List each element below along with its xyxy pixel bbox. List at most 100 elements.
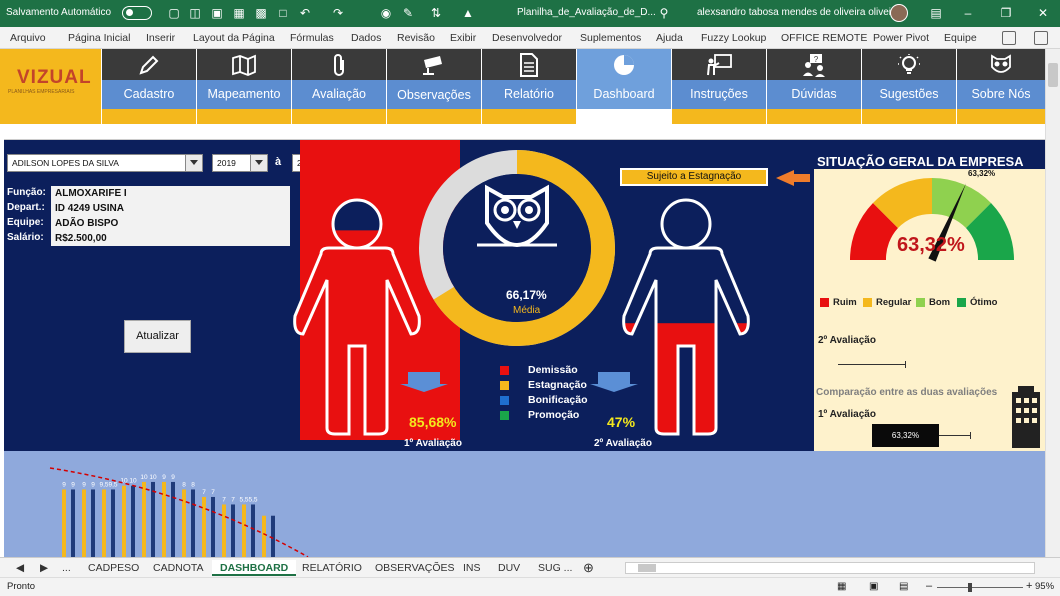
zoom-slider-thumb[interactable] [968, 583, 972, 592]
chart-bar [62, 489, 66, 557]
nav-tab-sugestoes[interactable]: Sugestões [862, 49, 957, 124]
employee-info: Função: ALMOXARIFE I Depart.: ID 4249 US… [4, 184, 290, 246]
nav-tab-relatorio[interactable]: Relatório [482, 49, 577, 124]
autosave-toggle[interactable] [122, 6, 152, 20]
menu-fuzzy-lookup[interactable]: Fuzzy Lookup [701, 32, 766, 44]
page-layout-icon[interactable]: ▣ [869, 581, 878, 592]
sheet-tab-cadpeso[interactable]: CADPESO [88, 560, 139, 576]
year-from-select[interactable]: 2019 [212, 154, 268, 172]
print-icon[interactable]: ▩ [253, 5, 269, 21]
chart-data-label: 7 [211, 489, 215, 496]
zoom-out-icon[interactable]: – [926, 580, 932, 592]
chart-bar [102, 489, 106, 557]
nav-tab-cadastro[interactable]: Cadastro [102, 49, 197, 124]
chart-bar [151, 481, 155, 557]
menu-formulas[interactable]: Fórmulas [290, 32, 334, 44]
chevron-down-icon[interactable] [185, 155, 202, 171]
fill-color-icon[interactable]: ▲ [460, 5, 476, 21]
update-button[interactable]: Atualizar [124, 320, 191, 353]
sheet-tab-ins[interactable]: INS [463, 560, 481, 576]
nav-tab-duvidas[interactable]: ? Dúvidas [767, 49, 862, 124]
menu-equipe[interactable]: Equipe [944, 32, 977, 44]
new-file-icon[interactable]: ▢ [166, 5, 182, 21]
menu-revisao[interactable]: Revisão [397, 32, 435, 44]
sheet-tab-cadnota[interactable]: CADNOTA [153, 560, 204, 576]
redo-icon[interactable]: ↷ [330, 5, 346, 21]
camera-icon[interactable]: ◉ [378, 5, 394, 21]
sheet-tab-dashboard[interactable]: DASHBOARD [212, 560, 297, 576]
share-icon[interactable] [1002, 31, 1016, 45]
sheet-prev-icon[interactable]: ◀ [16, 560, 24, 576]
gauge-value: 63,32% [897, 234, 965, 256]
menu-desenvolvedor[interactable]: Desenvolvedor [492, 32, 562, 44]
chart-data-label: 9 [82, 481, 86, 488]
employee-select[interactable]: ADILSON LOPES DA SILVA [7, 154, 203, 172]
company-status-title: SITUAÇÃO GERAL DA EMPRESA [817, 154, 1024, 169]
close-icon[interactable]: ✕ [1035, 5, 1051, 21]
vertical-scrollbar[interactable] [1045, 49, 1060, 557]
form-icon[interactable]: ✎ [400, 5, 416, 21]
sheet-next-icon[interactable]: ▶ [40, 560, 48, 576]
sort-icon[interactable]: ⇅ [428, 5, 444, 21]
preview-icon[interactable]: □ [275, 5, 291, 21]
zoom-in-icon[interactable]: + [1026, 580, 1032, 592]
sheet-tab-relatorio[interactable]: RELATÓRIO [302, 560, 362, 576]
map-icon [232, 54, 256, 76]
menu-inserir[interactable]: Inserir [146, 32, 175, 44]
menu-office-remote[interactable]: OFFICE REMOTE [781, 32, 867, 44]
save-icon[interactable]: ▣ [209, 5, 225, 21]
eval1-caption: 1º Avaliação [404, 438, 462, 449]
horizontal-scrollbar[interactable] [625, 562, 1035, 574]
ribbon-menu-bar: Arquivo Página Inicial Inserir Layout da… [0, 27, 1060, 49]
menu-exibir[interactable]: Exibir [450, 32, 476, 44]
chart-data-label: 9 [91, 481, 95, 488]
menu-layout[interactable]: Layout da Página [193, 32, 275, 44]
page-break-icon[interactable]: ▤ [899, 581, 908, 592]
chevron-down-icon[interactable] [250, 155, 267, 171]
menu-ajuda[interactable]: Ajuda [656, 32, 683, 44]
chart-bar [222, 504, 226, 557]
eval2-value: 47% [607, 414, 636, 430]
avatar[interactable] [890, 4, 908, 22]
scrollbar-thumb[interactable] [1048, 63, 1058, 87]
nav-tab-dashboard[interactable]: Dashboard [577, 49, 672, 124]
comments-icon[interactable] [1034, 31, 1048, 45]
paperclip-icon [334, 53, 344, 76]
menu-dados[interactable]: Dados [351, 32, 381, 44]
nav-tab-sobre-nos[interactable]: Sobre Nós [957, 49, 1045, 124]
menu-pagina-inicial[interactable]: Página Inicial [68, 32, 130, 44]
normal-view-icon[interactable]: ▦ [837, 581, 846, 592]
chart-bar [91, 489, 95, 557]
nav-tab-mapeamento[interactable]: Mapeamento [197, 49, 292, 124]
chart-icon[interactable]: ▦ [231, 5, 247, 21]
minimize-icon[interactable]: – [960, 5, 976, 21]
open-folder-icon[interactable]: ◫ [187, 5, 203, 21]
nav-tab-instrucoes[interactable]: Instruções [672, 49, 767, 124]
add-sheet-icon[interactable]: ⊕ [583, 560, 594, 576]
donut-caption: Média [513, 305, 541, 316]
zoom-slider[interactable] [937, 587, 1023, 588]
menu-suplementos[interactable]: Suplementos [580, 32, 641, 44]
building-icon [1012, 386, 1040, 448]
nav-tab-avaliacao[interactable]: Avaliação [292, 49, 387, 124]
sheet-tab-more[interactable]: ... [62, 560, 71, 576]
restore-icon[interactable]: ❐ [998, 5, 1014, 21]
sheet-tab-duv[interactable]: DUV [498, 560, 520, 576]
menu-arquivo[interactable]: Arquivo [10, 32, 46, 44]
chart-bar [262, 515, 266, 557]
nav-tab-label: Cadastro [102, 80, 196, 109]
user-name[interactable]: alexsandro tabosa mendes de oliveira oli… [697, 7, 900, 18]
nav-tab-observacoes[interactable]: Observações [387, 49, 482, 124]
ribbon-display-icon[interactable]: ▤ [928, 5, 944, 21]
undo-icon[interactable]: ↶ [297, 5, 313, 21]
sheet-tab-observacoes[interactable]: OBSERVAÇÕES [375, 560, 455, 576]
search-icon[interactable]: ⚲ [656, 5, 672, 21]
gauge-needle-label: 63,32% [968, 169, 996, 178]
sheet-tab-sug[interactable]: SUG ... [538, 560, 572, 576]
chart-data-label: 10 [129, 478, 137, 485]
chart-bar [182, 489, 186, 557]
menu-power-pivot[interactable]: Power Pivot [873, 32, 929, 44]
right-eval1-label: 1º Avaliação [818, 409, 876, 420]
chart-data-label: 9,5 [99, 481, 108, 488]
chart-bar [162, 481, 166, 557]
